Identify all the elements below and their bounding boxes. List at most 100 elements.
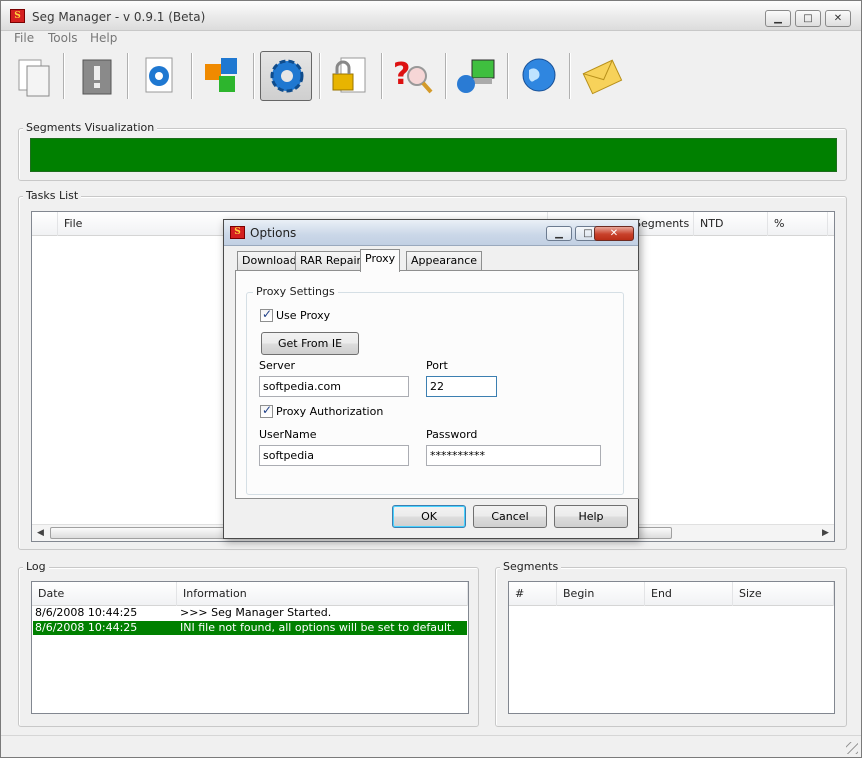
close-icon: ✕	[833, 13, 843, 24]
proxy-tab-page: Proxy Settings ✓ Use Proxy Get From IE S…	[235, 270, 639, 499]
log-row-info: INI file not found, all options will be …	[180, 621, 455, 634]
tab-rar-repair[interactable]: RAR Repair	[295, 251, 367, 270]
toolbar-separator	[191, 53, 192, 99]
password-label: Password	[426, 428, 478, 441]
envelope-icon	[582, 59, 623, 95]
segments-col-size[interactable]: Size	[733, 582, 834, 606]
close-icon: ✕	[609, 228, 619, 239]
toolbar: ?	[1, 47, 861, 103]
toolbar-separator	[445, 53, 446, 99]
segments-label: Segments	[500, 560, 562, 573]
minimize-button[interactable]: ▁	[765, 10, 791, 27]
tab-proxy[interactable]: Proxy	[360, 249, 401, 272]
log-col-date[interactable]: Date	[32, 582, 177, 606]
segments-button[interactable]	[197, 51, 249, 101]
document-settings-icon	[145, 57, 173, 93]
main-window: S Seg Manager - v 0.9.1 (Beta) ▁ □ ✕ Fil…	[0, 0, 862, 758]
segments-col-begin[interactable]: Begin	[557, 582, 645, 606]
segments-list-header: # Begin End Size	[509, 582, 834, 606]
resize-grip-icon[interactable]	[846, 742, 858, 754]
toolbar-separator	[569, 53, 570, 99]
network-button[interactable]	[450, 51, 502, 101]
error-task-button[interactable]	[71, 51, 123, 101]
menu-help[interactable]: Help	[90, 31, 117, 45]
segments-visualization-label: Segments Visualization	[23, 121, 158, 134]
new-document-icon	[18, 59, 50, 97]
proxy-authorization-checkbox[interactable]: ✓	[260, 403, 273, 418]
ok-button[interactable]: OK	[392, 505, 466, 528]
port-label: Port	[426, 359, 448, 372]
segments-group: Segments # Begin End Size	[495, 560, 847, 727]
app-icon: S	[10, 9, 25, 23]
minimize-icon: ▁	[555, 228, 563, 239]
log-list-view[interactable]: Date Information 8/6/2008 10:44:25 >>> S…	[31, 581, 469, 714]
tab-appearance[interactable]: Appearance	[406, 251, 483, 270]
error-document-icon	[82, 59, 112, 95]
options-dialog-title: Options	[250, 226, 297, 240]
web-button[interactable]	[513, 51, 565, 101]
cubes-icon	[205, 58, 237, 92]
username-input[interactable]: softpedia	[259, 445, 409, 466]
dialog-close-button[interactable]: ✕	[594, 226, 634, 241]
gear-icon	[270, 59, 304, 93]
proxy-settings-group: Proxy Settings ✓ Use Proxy Get From IE S…	[246, 285, 624, 495]
segments-list-view[interactable]: # Begin End Size	[508, 581, 835, 714]
get-from-ie-button[interactable]: Get From IE	[261, 332, 359, 355]
scroll-right-icon[interactable]: ▶	[817, 525, 834, 542]
toolbar-separator	[507, 53, 508, 99]
log-row-date: 8/6/2008 10:44:25	[35, 606, 138, 619]
cancel-button[interactable]: Cancel	[473, 505, 547, 528]
tab-download[interactable]: Download	[237, 251, 302, 270]
options-button[interactable]	[260, 51, 312, 101]
close-button[interactable]: ✕	[825, 10, 851, 27]
menu-bar: File Tools Help	[1, 31, 861, 47]
help-search-icon: ?	[393, 57, 433, 94]
log-group: Log Date Information 8/6/2008 10:44:25 >…	[18, 560, 479, 727]
log-row-selected[interactable]: 8/6/2008 10:44:25 INI file not found, al…	[33, 621, 467, 635]
tasks-col-blank[interactable]	[32, 212, 58, 236]
task-settings-button[interactable]	[134, 51, 186, 101]
proxy-settings-label: Proxy Settings	[253, 285, 338, 298]
log-col-information[interactable]: Information	[177, 582, 468, 606]
globe-icon	[522, 58, 556, 92]
window-title: Seg Manager - v 0.9.1 (Beta)	[32, 10, 206, 24]
title-bar[interactable]: S Seg Manager - v 0.9.1 (Beta) ▁ □ ✕	[1, 1, 861, 31]
log-label: Log	[23, 560, 49, 573]
menu-tools[interactable]: Tools	[48, 31, 78, 45]
help-button[interactable]: Help	[554, 505, 628, 528]
status-bar	[1, 735, 861, 757]
password-input[interactable]: **********	[426, 445, 601, 466]
port-input[interactable]: 22	[426, 376, 497, 397]
segments-col-number[interactable]: #	[509, 582, 557, 606]
maximize-button[interactable]: □	[795, 10, 821, 27]
tasks-col-percent[interactable]: %	[768, 212, 828, 236]
dialog-minimize-button[interactable]: ▁	[546, 226, 572, 241]
options-dialog-title-bar[interactable]: S Options ▁ □ ✕	[224, 220, 638, 246]
segments-col-end[interactable]: End	[645, 582, 733, 606]
proxy-authorization-label: Proxy Authorization	[276, 405, 384, 418]
use-proxy-label: Use Proxy	[276, 309, 331, 322]
log-row-date: 8/6/2008 10:44:25	[35, 621, 138, 634]
toolbar-separator	[127, 53, 128, 99]
log-list-header: Date Information	[32, 582, 468, 606]
dialog-app-icon: S	[230, 226, 245, 239]
mail-button[interactable]	[576, 51, 628, 101]
toolbar-separator	[253, 53, 254, 99]
server-label: Server	[259, 359, 296, 372]
tasks-col-ntd[interactable]: NTD	[694, 212, 768, 236]
log-row[interactable]: 8/6/2008 10:44:25 >>> Seg Manager Starte…	[33, 606, 467, 620]
menu-file[interactable]: File	[14, 31, 34, 45]
segments-visualization-bar	[30, 138, 837, 172]
lock-button[interactable]	[323, 51, 375, 101]
minimize-icon: ▁	[774, 13, 782, 24]
segments-visualization-group: Segments Visualization	[18, 121, 847, 181]
help-search-button[interactable]: ?	[387, 51, 439, 101]
toolbar-separator	[381, 53, 382, 99]
tasks-list-label: Tasks List	[23, 189, 82, 202]
new-task-button[interactable]	[9, 51, 61, 101]
log-row-info: >>> Seg Manager Started.	[180, 606, 332, 619]
server-input[interactable]: softpedia.com	[259, 376, 409, 397]
scroll-left-icon[interactable]: ◀	[32, 525, 49, 542]
use-proxy-checkbox[interactable]: ✓	[260, 307, 273, 322]
checkmark-icon: ✓	[262, 403, 273, 417]
